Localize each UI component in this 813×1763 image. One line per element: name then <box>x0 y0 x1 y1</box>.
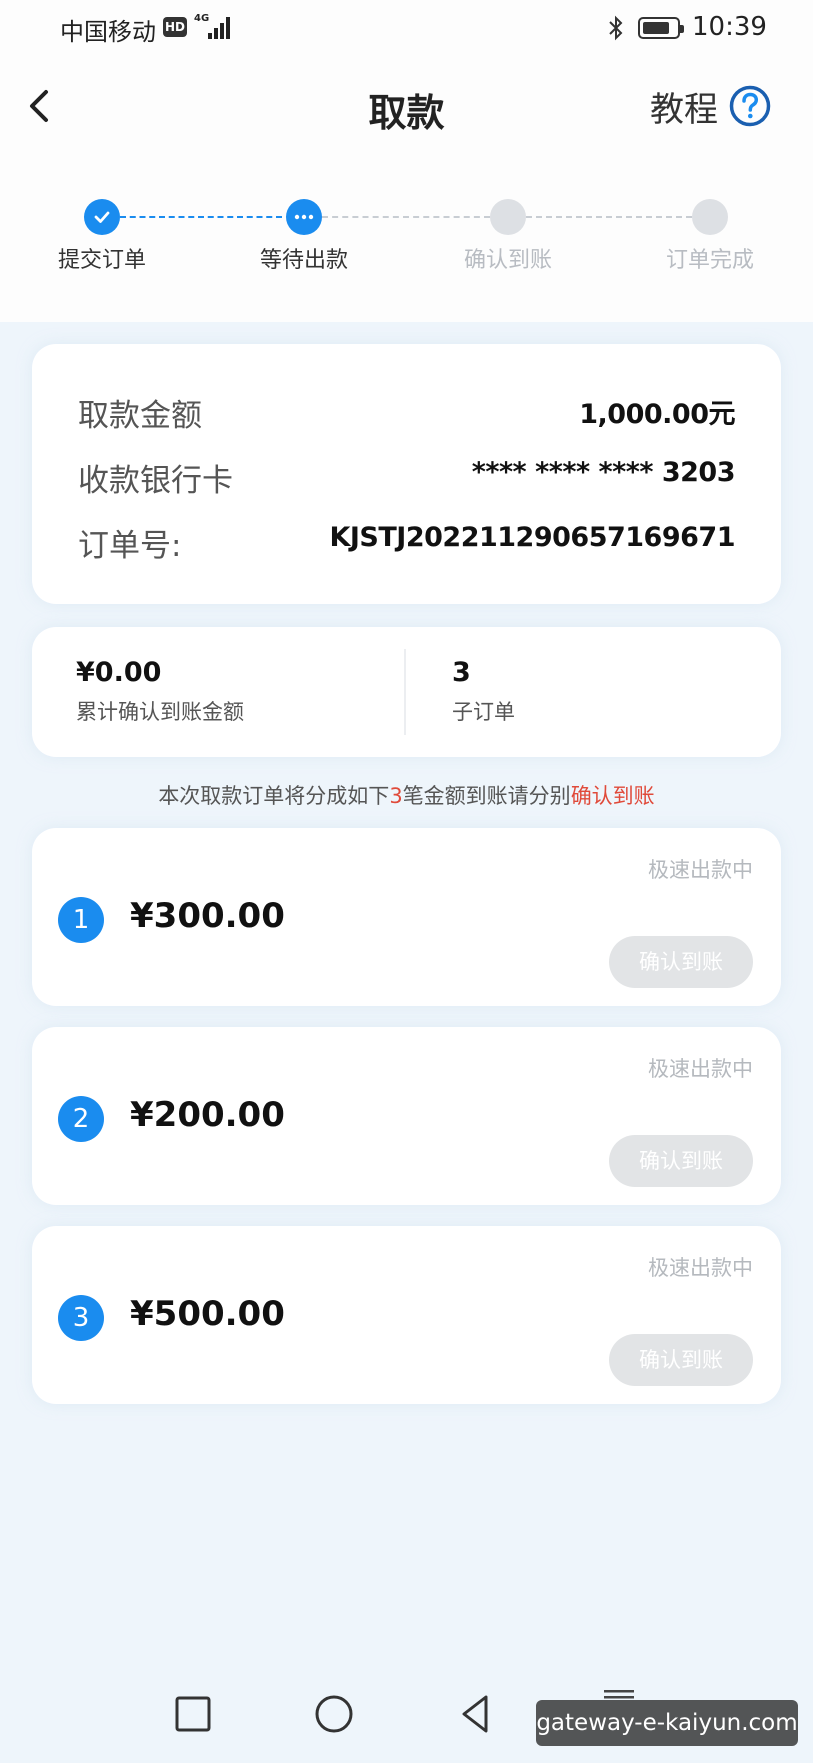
triangle-back-icon <box>462 1695 488 1733</box>
status-bar: 中国移动 HD 4G 10:39 <box>0 0 813 56</box>
hd-badge: HD <box>163 17 187 37</box>
withdraw-screen: 中国移动 HD 4G 10:39 取款 教程 提交订单 等待出款 确认到账 订单… <box>0 0 813 1763</box>
order-number-value: KJSTJ202211290657169671 <box>329 522 735 553</box>
amount-label: 取款金额 <box>78 398 202 434</box>
back-nav-button[interactable] <box>450 1688 502 1740</box>
square-icon <box>175 1696 211 1732</box>
sub-order-card: 3 ¥500.00 极速出款中 确认到账 <box>32 1226 781 1404</box>
step-current-dot <box>286 199 322 235</box>
sub-order-index: 1 <box>58 897 104 943</box>
notice-count: 3 <box>389 784 403 808</box>
recent-apps-button[interactable] <box>167 1688 219 1740</box>
battery-icon <box>638 17 684 39</box>
step-done-dot <box>84 199 120 235</box>
order-info-card: 取款金额 1,000.00元 收款银行卡 **** **** **** 3203… <box>32 344 781 604</box>
confirm-received-button[interactable]: 确认到账 <box>609 936 753 988</box>
ellipsis-icon <box>294 214 314 220</box>
split-notice: 本次取款订单将分成如下3笔金额到账请分别确认到账 <box>0 780 813 810</box>
signal-icon: 4G <box>194 13 236 41</box>
tutorial-button[interactable]: 教程 <box>650 84 772 130</box>
progress-steps: 提交订单 等待出款 确认到账 订单完成 <box>0 156 813 322</box>
sub-order-index: 2 <box>58 1096 104 1142</box>
page-header: 取款 教程 <box>0 56 813 156</box>
order-number-label: 订单号: <box>78 528 182 564</box>
bluetooth-icon <box>609 15 623 41</box>
confirmed-amount-block: ¥0.00 累计确认到账金额 <box>76 657 244 726</box>
sub-order-index: 3 <box>58 1295 104 1341</box>
sub-order-count-value: 3 <box>452 657 471 688</box>
carrier-name: 中国移动 <box>60 18 156 46</box>
menu-lines-icon <box>604 1690 634 1699</box>
step-label-waiting: 等待出款 <box>259 248 348 273</box>
bank-card-row: 收款银行卡 **** **** **** 3203 <box>78 455 736 499</box>
step-pending-dot <box>490 199 526 235</box>
bank-card-label: 收款银行卡 <box>78 463 233 499</box>
check-icon <box>94 211 110 223</box>
confirmed-amount-value: ¥0.00 <box>76 657 162 688</box>
notice-action: 确认到账 <box>570 784 655 808</box>
sub-order-count-label: 子订单 <box>452 700 515 724</box>
step-label-confirm: 确认到账 <box>463 248 552 273</box>
step-connector <box>322 216 490 218</box>
sub-order-amount: ¥500.00 <box>130 1294 285 1334</box>
bank-card-value: **** **** **** 3203 <box>471 457 736 488</box>
sub-order-card: 2 ¥200.00 极速出款中 确认到账 <box>32 1027 781 1205</box>
step-label-submit: 提交订单 <box>57 248 146 273</box>
summary-card: ¥0.00 累计确认到账金额 3 子订单 <box>32 627 781 757</box>
amount-row: 取款金额 1,000.00元 <box>78 390 735 434</box>
confirmed-amount-label: 累计确认到账金额 <box>76 700 244 724</box>
summary-divider <box>404 649 406 735</box>
step-label-complete: 订单完成 <box>665 248 754 273</box>
amount-value: 1,000.00元 <box>579 399 735 430</box>
tutorial-label: 教程 <box>650 89 718 130</box>
step-connector <box>120 216 282 218</box>
question-circle-icon <box>729 85 771 127</box>
notice-middle: 笔金额到账请分别 <box>402 784 571 808</box>
step-pending-dot <box>692 199 728 235</box>
sub-order-status: 极速出款中 <box>648 1256 753 1280</box>
circle-icon <box>315 1695 353 1733</box>
sub-order-amount: ¥300.00 <box>130 896 285 936</box>
sub-order-status: 极速出款中 <box>648 858 753 882</box>
clock: 10:39 <box>692 12 767 42</box>
notice-prefix: 本次取款订单将分成如下 <box>158 784 390 808</box>
sub-order-card: 1 ¥300.00 极速出款中 确认到账 <box>32 828 781 1006</box>
watermark: gateway-e-kaiyun.com <box>536 1700 798 1746</box>
confirm-received-button[interactable]: 确认到账 <box>609 1334 753 1386</box>
home-button[interactable] <box>308 1688 360 1740</box>
sub-order-count-block: 3 子订单 <box>452 657 515 726</box>
sub-order-status: 极速出款中 <box>648 1057 753 1081</box>
sub-order-amount: ¥200.00 <box>130 1095 285 1135</box>
order-number-row: 订单号: KJSTJ202211290657169671 <box>78 520 735 564</box>
confirm-received-button[interactable]: 确认到账 <box>609 1135 753 1187</box>
step-connector <box>526 216 692 218</box>
